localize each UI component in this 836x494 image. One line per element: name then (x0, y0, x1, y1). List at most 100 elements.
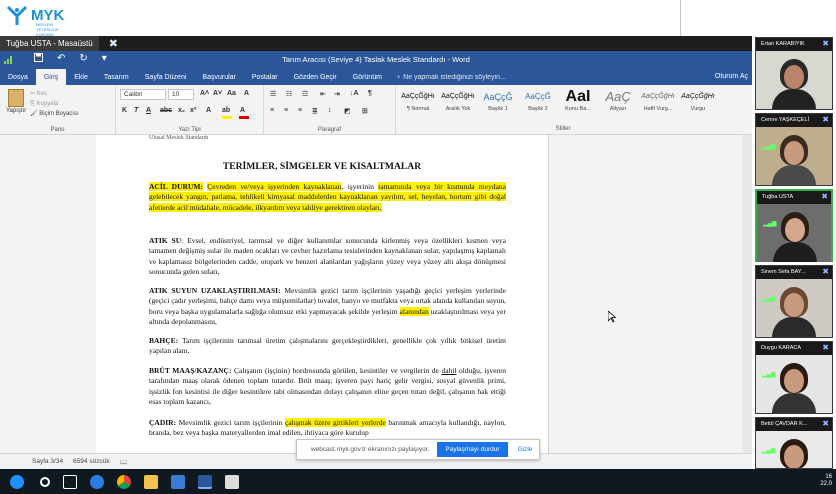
superscript-icon[interactable]: x² (190, 107, 196, 114)
participant-tile[interactable]: Betül ÇAVDAR K... ✖ ▂▄▆ (755, 417, 833, 469)
word-taskbar-icon[interactable] (198, 474, 212, 489)
font-name-select[interactable]: Calibri (120, 89, 166, 100)
file-explorer-icon[interactable] (144, 474, 158, 489)
show-marks-icon[interactable]: ¶ (368, 90, 372, 97)
participant-tile[interactable]: Tuğba USTA ✖ ▂▄▆ (755, 189, 833, 262)
close-share-tab-icon[interactable]: ✖ (109, 37, 118, 50)
task-view-icon[interactable] (63, 474, 77, 489)
subscript-icon[interactable]: x₂ (178, 107, 185, 114)
sort-icon[interactable]: ↓A (350, 90, 359, 97)
bold-icon[interactable]: K (122, 107, 127, 114)
text-effects-icon[interactable]: A (206, 107, 211, 114)
tab-mailings[interactable]: Postalar (244, 69, 286, 85)
audio-level-icon: ▂▄▆ (762, 448, 776, 454)
definition-paragraph: ACİL DURUM: Çevreden ve/veya işyerinden … (149, 182, 507, 213)
numbering-icon[interactable]: ☷ (286, 90, 292, 98)
hide-notification-button[interactable]: Gizle (518, 446, 533, 453)
tab-references[interactable]: Başvurular (194, 69, 243, 85)
tab-file[interactable]: Dosya (0, 69, 36, 85)
change-case-icon[interactable]: Aa (227, 90, 236, 97)
tell-me-input[interactable]: ♀ Ne yapmak istediğinizi söyleyin... (396, 74, 506, 81)
style-heading-2[interactable]: AaÇçĞ Başlık 2 (518, 88, 558, 118)
borders-icon[interactable]: ⊞ (362, 107, 368, 115)
tab-review[interactable]: Gözden Geçir (286, 69, 345, 85)
multilevel-list-icon[interactable]: ☲ (302, 90, 308, 98)
copy-button[interactable]: ⎘ Kopyala (30, 99, 79, 109)
strikethrough-icon[interactable]: abc (160, 107, 172, 114)
participant-video: ▂▄▆ (756, 431, 832, 468)
vertical-scrollbar[interactable] (742, 135, 752, 469)
participant-tile[interactable]: Sinem Sefa BAY... ✖ ▂▄▆ (755, 265, 833, 338)
document-page[interactable]: Ulusal Meslek Standardı TERİMLER, SİMGEL… (96, 135, 548, 469)
underlined-text: dahil (441, 366, 457, 375)
stop-sharing-button[interactable]: Paylaşmayı durdur (437, 442, 508, 457)
align-left-icon[interactable]: ≡ (270, 107, 274, 114)
style-subtitle[interactable]: AaÇ Altyazı (598, 88, 638, 118)
tab-design[interactable]: Tasarım (96, 69, 137, 85)
start-icon[interactable] (10, 474, 24, 489)
page-count[interactable]: Sayfa 3/34 (32, 458, 63, 465)
increase-indent-icon[interactable]: ⇥ (334, 90, 340, 98)
style-preview: AaÇ (605, 89, 631, 104)
style-no-spacing[interactable]: AaÇçĞğHı Aralık Yok (438, 88, 478, 118)
underline-icon[interactable]: A (146, 107, 151, 114)
font-size-select[interactable]: 10 (168, 89, 194, 100)
definition-text: Çalışanın (işçinin) bordrosunda görülen,… (231, 366, 442, 375)
tab-insert[interactable]: Ekle (66, 69, 96, 85)
security-icon[interactable] (225, 474, 239, 489)
clear-formatting-icon[interactable]: A (244, 90, 249, 97)
participant-tile[interactable]: Ertan KARABIYIK ✖ (755, 37, 833, 110)
participant-tile[interactable]: Cemre YAŞKEÇELİ ✖ ▂▄▆ (755, 113, 833, 186)
font-group: Calibri 10 A˄ A˅ Aa A K T A abc x₂ x² A … (116, 85, 264, 135)
justify-icon[interactable]: ≣ (312, 107, 318, 115)
participant-name: Duygu KARACA (756, 342, 832, 355)
close-icon[interactable]: ✖ (822, 343, 829, 352)
font-color-icon[interactable]: A (240, 107, 245, 114)
paste-button[interactable]: Yapıştır (6, 89, 26, 119)
style-title[interactable]: AaI Konu Ba... (558, 88, 598, 118)
grow-font-icon[interactable]: A˄ (200, 90, 209, 97)
system-clock[interactable]: 16 22.0 (820, 474, 832, 488)
highlight-color-icon[interactable]: ab (222, 107, 230, 114)
close-icon[interactable]: ✖ (822, 39, 829, 48)
close-icon[interactable]: ✖ (822, 267, 829, 276)
close-icon[interactable]: ✖ (822, 419, 829, 428)
mouse-pointer-icon (608, 311, 616, 323)
styles-gallery: AaÇçĞğHı ¶ Normal AaÇçĞğHı Aralık Yok Aa… (398, 88, 718, 118)
tab-view[interactable]: Görünüm (345, 69, 390, 85)
italic-icon[interactable]: T (134, 107, 138, 114)
chrome-icon[interactable] (117, 474, 131, 489)
cut-button[interactable]: ✂ Kes (30, 89, 79, 99)
decrease-indent-icon[interactable]: ⇤ (320, 90, 326, 98)
style-heading-1[interactable]: AaÇçĞ Başlık 1 (478, 88, 518, 118)
participant-tile[interactable]: Duygu KARACA ✖ ▂▄▆ (755, 341, 833, 414)
word-count[interactable]: 6594 sözcük (73, 458, 110, 465)
style-emphasis[interactable]: AaÇçĞğHı Vurgu (678, 88, 718, 118)
shrink-font-icon[interactable]: A˅ (213, 90, 222, 97)
screen-share-tab[interactable]: Tuğba USTA - Masaüstü (0, 36, 99, 51)
clipboard-group-label: Pano (50, 127, 65, 133)
participant-name: Sinem Sefa BAY... (756, 266, 832, 279)
line-spacing-icon[interactable]: ↕ (328, 107, 332, 114)
tab-layout[interactable]: Sayfa Düzeni (137, 69, 195, 85)
format-painter-button[interactable]: 🖌 Biçim Boyacısı (30, 109, 79, 119)
tab-home[interactable]: Giriş (35, 69, 67, 85)
style-normal[interactable]: AaÇçĞğHı ¶ Normal (398, 88, 438, 118)
sign-in-link[interactable]: Oturum Aç (715, 73, 748, 80)
bullets-icon[interactable]: ☰ (270, 90, 276, 98)
edge-icon[interactable] (90, 474, 104, 489)
audio-level-icon: ▂▄▆ (762, 144, 776, 150)
format-painter-label: Biçim Boyacısı (39, 111, 79, 117)
proofing-icon[interactable]: 📖 (120, 458, 128, 466)
shading-icon[interactable]: ◩ (344, 107, 351, 115)
style-subtle-emphasis[interactable]: AaÇçĞğHı Hafif Vurg... (638, 88, 678, 118)
search-icon[interactable] (40, 476, 50, 487)
paste-label: Yapıştır (6, 108, 27, 114)
close-icon[interactable]: ✖ (822, 115, 829, 124)
align-right-icon[interactable]: ≡ (298, 107, 302, 114)
definition-text: Mevsimlik gezici tarım işçilerinin (176, 418, 285, 427)
definition-paragraph: ATIK SUYUN UZAKLAŞTIRILMASI: Mevsimlik g… (149, 286, 506, 327)
align-center-icon[interactable]: ≡ (284, 107, 288, 114)
store-icon[interactable] (171, 474, 185, 489)
close-icon[interactable]: ✖ (821, 192, 828, 201)
